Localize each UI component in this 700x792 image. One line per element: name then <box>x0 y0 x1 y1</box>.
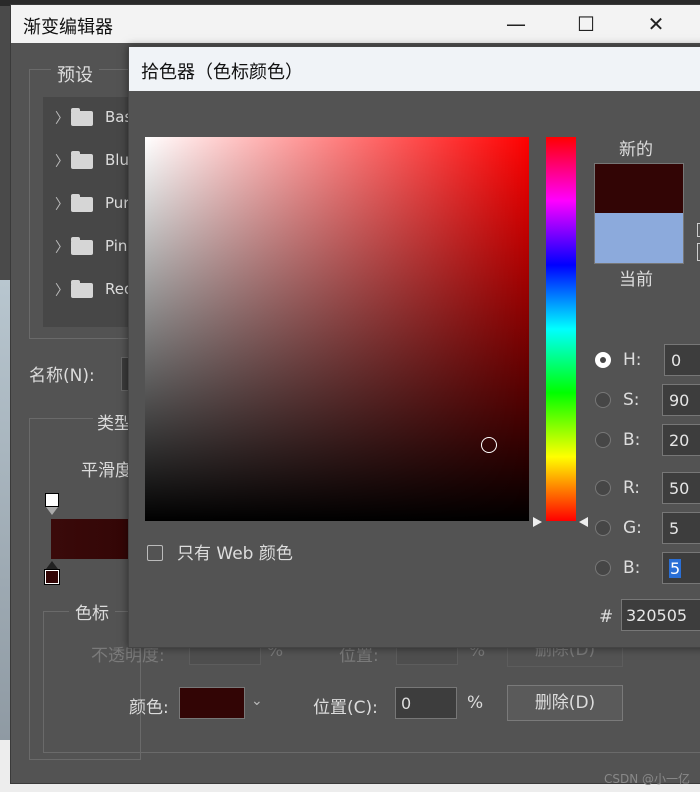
hue-slider-handle-right[interactable] <box>579 517 588 527</box>
color-stop-pointer <box>46 561 58 569</box>
preset-folder-label: Blu <box>105 151 129 169</box>
preset-folder[interactable]: 〉 Bas <box>43 97 139 140</box>
web-colors-label: 只有 Web 颜色 <box>177 544 293 564</box>
presets-label: 预设 <box>51 61 99 87</box>
color-selection-cursor[interactable] <box>481 437 497 453</box>
watermark: CSDN @小一亿 <box>603 772 690 786</box>
hex-input[interactable]: 320505 <box>621 599 700 631</box>
red-input[interactable]: 50 <box>662 472 700 504</box>
blue-input-value: 5 <box>669 559 682 578</box>
color-picker-titlebar: 拾色器（色标颜色） <box>129 47 700 91</box>
folder-icon <box>71 108 93 126</box>
color-picker-title: 拾色器（色标颜色） <box>141 62 303 83</box>
chevron-right-icon[interactable]: 〉 <box>55 237 69 257</box>
maximize-icon[interactable]: ☐ <box>569 11 603 37</box>
chevron-right-icon[interactable]: 〉 <box>55 108 69 128</box>
hex-prefix: # <box>599 607 614 627</box>
radio-red[interactable] <box>595 480 611 496</box>
chevron-down-icon[interactable]: ⌄ <box>251 693 263 709</box>
minimize-icon[interactable]: — <box>499 11 533 37</box>
new-color-swatch <box>594 163 684 214</box>
close-icon[interactable]: ✕ <box>639 11 673 37</box>
web-colors-checkbox[interactable] <box>147 545 163 561</box>
red-label: R: <box>623 478 641 498</box>
delete-button[interactable]: 删除(D) <box>507 685 623 721</box>
background-canvas-strip <box>0 280 10 740</box>
preset-folder-label: Pin <box>105 237 128 255</box>
gradient-editor-title: 渐变编辑器 <box>23 17 113 38</box>
chevron-right-icon[interactable]: 〉 <box>55 194 69 214</box>
hue-slider[interactable] <box>546 137 576 521</box>
radio-blue[interactable] <box>595 560 611 576</box>
folder-icon <box>71 237 93 255</box>
stop-color-swatch[interactable] <box>179 687 245 719</box>
radio-green[interactable] <box>595 520 611 536</box>
blue-label: B: <box>623 558 641 578</box>
preset-folder[interactable]: 〉 Red <box>43 269 139 312</box>
green-label: G: <box>623 518 642 538</box>
radio-hue[interactable] <box>595 352 611 368</box>
preset-folder-label: Pur <box>105 194 130 212</box>
color-stop[interactable] <box>44 569 60 585</box>
opacity-stop[interactable] <box>45 493 59 507</box>
saturation-label: S: <box>623 390 640 410</box>
name-label: 名称(N): <box>29 366 95 386</box>
hue-slider-handle-left[interactable] <box>533 517 542 527</box>
color-picker-window: 拾色器（色标颜色） 只有 Web 颜色 新的 当前 H: 0 S: 90 B: … <box>128 46 700 648</box>
stops-label: 色标 <box>69 599 115 624</box>
preset-list[interactable]: 〉 Bas 〉 Blu 〉 Pur 〉 Pin 〉 Red <box>43 97 139 327</box>
green-input[interactable]: 5 <box>662 512 700 544</box>
radio-saturation[interactable] <box>595 392 611 408</box>
position-label: 位置(C): <box>313 698 378 718</box>
current-color-label: 当前 <box>619 270 653 290</box>
color-label: 颜色: <box>129 698 169 718</box>
hue-input[interactable]: 0 <box>664 344 700 376</box>
preset-folder[interactable]: 〉 Blu <box>43 140 139 183</box>
smoothness-label: 平滑度 <box>81 461 132 481</box>
hue-label: H: <box>623 350 642 370</box>
chevron-right-icon[interactable]: 〉 <box>55 151 69 171</box>
saturation-brightness-field[interactable] <box>145 137 529 521</box>
preset-folder[interactable]: 〉 Pur <box>43 183 139 226</box>
new-color-label: 新的 <box>619 140 653 160</box>
folder-icon <box>71 280 93 298</box>
folder-icon <box>71 151 93 169</box>
position-unit: % <box>467 693 484 713</box>
radio-brightness[interactable] <box>595 432 611 448</box>
brightness-input[interactable]: 20 <box>662 424 700 456</box>
folder-icon <box>71 194 93 212</box>
position-input[interactable]: 0 <box>395 687 457 719</box>
current-color-swatch[interactable] <box>594 213 684 264</box>
brightness-label: B: <box>623 430 641 450</box>
opacity-stop-pointer <box>46 507 58 515</box>
gradient-editor-titlebar: 渐变编辑器 — ☐ ✕ <box>11 5 700 43</box>
preset-folder[interactable]: 〉 Pin <box>43 226 139 269</box>
chevron-right-icon[interactable]: 〉 <box>55 280 69 300</box>
saturation-input[interactable]: 90 <box>662 384 700 416</box>
blue-input[interactable]: 5 <box>662 552 700 584</box>
